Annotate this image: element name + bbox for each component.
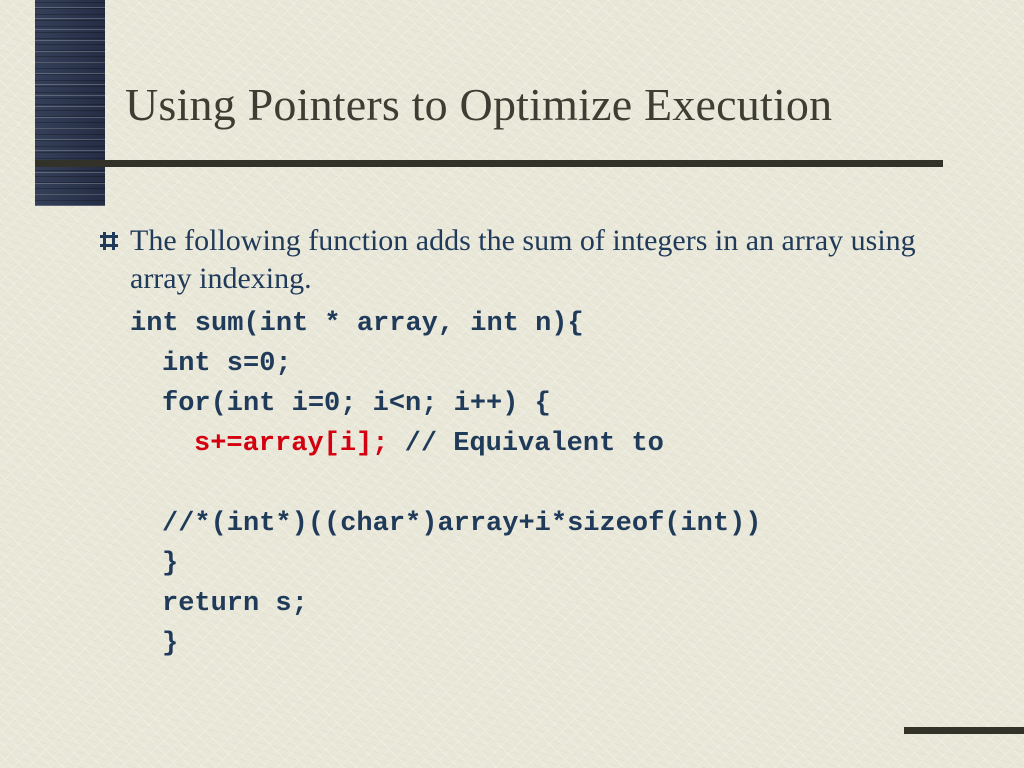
code-comment: // Equivalent to — [388, 429, 663, 459]
title-underline — [35, 160, 943, 167]
slide-body: The following function adds the sum of i… — [100, 222, 960, 665]
code-highlight: s+=array[i]; — [194, 429, 388, 459]
code-line: return s; — [130, 585, 308, 625]
code-line: } — [130, 625, 178, 665]
decorative-stripe-block — [35, 0, 105, 206]
code-line: } — [130, 545, 178, 585]
code-line: int sum(int * array, int n){ — [130, 309, 584, 339]
corner-decoration — [904, 727, 1024, 734]
code-line: for(int i=0; i<n; i++) { — [130, 385, 551, 425]
slide-title: Using Pointers to Optimize Execution — [125, 78, 832, 131]
code-block: int sum(int * array, int n){ int s=0; fo… — [130, 305, 960, 665]
code-line: int s=0; — [130, 345, 292, 385]
bullet-text: The following function adds the sum of i… — [130, 222, 960, 297]
code-line: s+=array[i]; // Equivalent to — [130, 425, 664, 465]
hash-bullet-icon — [100, 232, 118, 250]
code-line: //*(int*)((char*)array+i*sizeof(int)) — [130, 505, 762, 545]
bullet-item: The following function adds the sum of i… — [100, 222, 960, 297]
